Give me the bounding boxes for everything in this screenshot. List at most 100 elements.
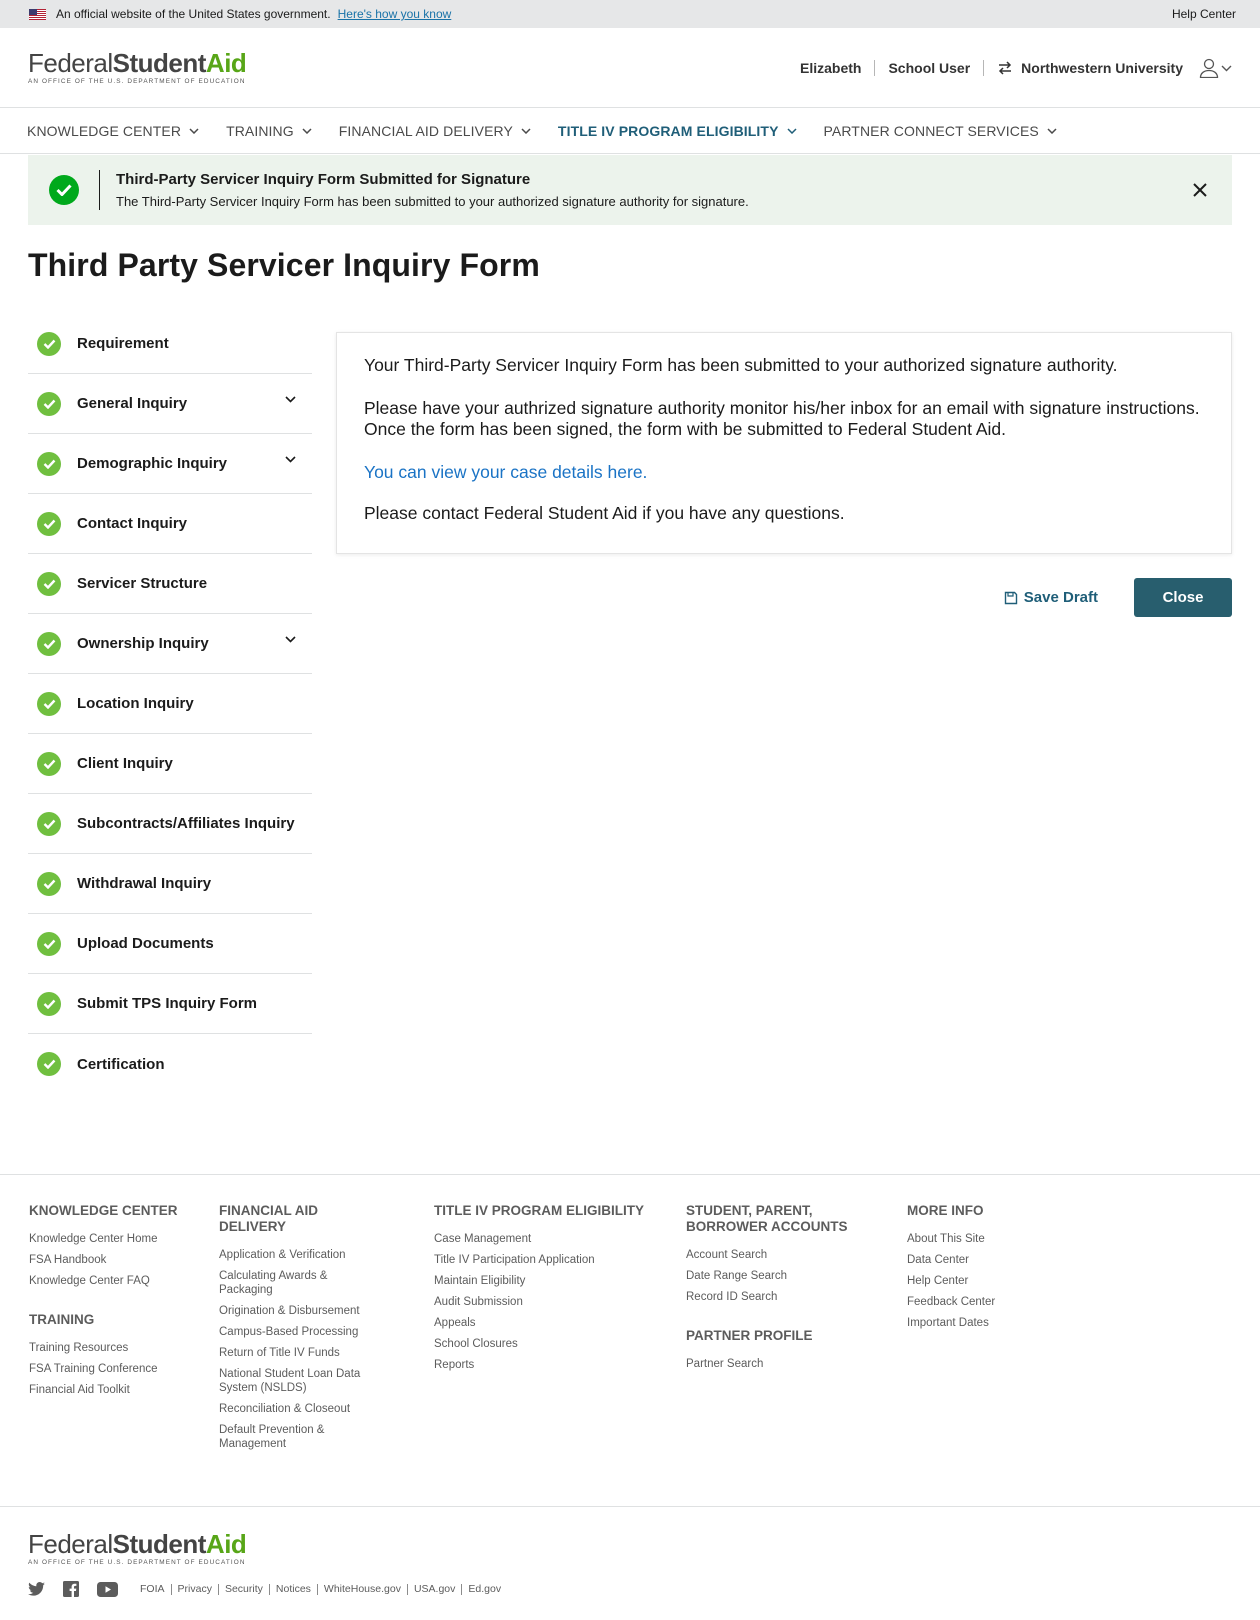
step-label: Client Inquiry (77, 755, 173, 772)
footer-link[interactable]: Title IV Participation Application (434, 1253, 664, 1267)
step-label: Withdrawal Inquiry (77, 875, 212, 892)
facebook-icon[interactable] (63, 1581, 79, 1597)
footer-heading: Title IV Program Eligibility (434, 1203, 645, 1218)
footer-link[interactable]: Important Dates (907, 1316, 1067, 1330)
heres-how-you-know-link[interactable]: Here's how you know (338, 7, 452, 21)
step-label: Certification (77, 1055, 165, 1073)
footer-link[interactable]: Financial Aid Toolkit (29, 1383, 199, 1397)
foia-link[interactable]: FOIA (140, 1583, 171, 1595)
footer-link[interactable]: Origination & Disbursement (219, 1304, 384, 1318)
footer-link[interactable]: Knowledge Center Home (29, 1232, 199, 1246)
switch-institution-icon[interactable] (997, 61, 1013, 75)
step-client-inquiry[interactable]: Client Inquiry (28, 734, 312, 794)
site-header: FederalStudentAid An Office of the U.S. … (0, 28, 1260, 108)
footer-link[interactable]: Data Center (907, 1253, 1067, 1267)
save-draft-label: Save Draft (1023, 589, 1098, 606)
step-contact-inquiry[interactable]: Contact Inquiry (28, 494, 312, 554)
footer-link[interactable]: Partner Search (686, 1357, 876, 1371)
chevron-down-icon (189, 127, 199, 134)
step-demographic-inquiry[interactable]: Demographic Inquiry (28, 434, 312, 494)
check-icon (37, 331, 61, 356)
nav-label: Training (226, 122, 294, 139)
user-menu[interactable] (1199, 58, 1232, 78)
step-ownership-inquiry[interactable]: Ownership Inquiry (28, 614, 312, 674)
chevron-down-icon (786, 127, 797, 134)
footer-heading: Financial Aid Delivery (219, 1203, 318, 1234)
step-submit-tps-inquiry-form[interactable]: Submit TPS Inquiry Form (28, 974, 312, 1034)
close-button[interactable]: Close (1134, 578, 1232, 617)
youtube-icon[interactable] (97, 1581, 118, 1597)
ed-gov-link[interactable]: Ed.gov (461, 1583, 507, 1595)
user-role: School User (888, 60, 971, 76)
fsa-logo[interactable]: FederalStudentAid An Office of the U.S. … (28, 49, 288, 89)
chevron-down-icon[interactable] (285, 456, 296, 463)
main-nav: Knowledge Center Training Financial Aid … (0, 108, 1260, 154)
footer-link[interactable]: School Closures (434, 1337, 664, 1351)
step-withdrawal-inquiry[interactable]: Withdrawal Inquiry (28, 854, 312, 914)
footer-heading: Partner Profile (686, 1328, 813, 1343)
footer-link[interactable]: FSA Handbook (29, 1253, 199, 1267)
nav-title-iv-program-eligibility[interactable]: Title IV Program Eligibility (558, 123, 797, 139)
footer-link[interactable]: Campus-Based Processing (219, 1325, 384, 1339)
check-icon (37, 931, 61, 956)
footer-link[interactable]: Appeals (434, 1316, 664, 1330)
step-label: Upload Documents (77, 935, 214, 952)
logo-student: Student (112, 48, 207, 78)
institution-name[interactable]: Northwestern University (1021, 60, 1183, 76)
footer-fsa-logo[interactable]: FederalStudentAid An Office of the U.S. … (28, 1530, 288, 1570)
step-subcontracts-affiliates-inquiry[interactable]: Subcontracts/Affiliates Inquiry (28, 794, 312, 854)
usa-gov-link[interactable]: USA.gov (406, 1583, 461, 1595)
step-location-inquiry[interactable]: Location Inquiry (28, 674, 312, 734)
step-label: Servicer Structure (77, 575, 208, 592)
footer-link[interactable]: Maintain Eligibility (434, 1274, 664, 1288)
footer-link[interactable]: Return of Title IV Funds (219, 1346, 384, 1360)
notices-link[interactable]: Notices (268, 1583, 317, 1595)
step-requirement[interactable]: Requirement (28, 314, 312, 374)
footer-link[interactable]: FSA Training Conference (29, 1362, 199, 1376)
nav-financial-aid-delivery[interactable]: Financial Aid Delivery (339, 123, 531, 139)
step-label: Submit TPS Inquiry Form (77, 995, 258, 1012)
nav-training[interactable]: Training (226, 123, 312, 139)
footer-col-accounts: Student, Parent, Borrower Accounts Accou… (686, 1203, 876, 1378)
step-servicer-structure[interactable]: Servicer Structure (28, 554, 312, 614)
footer-link[interactable]: National Student Loan Data System (NSLDS… (219, 1367, 384, 1395)
footer-link[interactable]: Help Center (907, 1274, 1067, 1288)
footer-link[interactable]: Default Prevention & Management (219, 1423, 384, 1451)
chevron-down-icon[interactable] (285, 636, 296, 643)
footer-legal-links: FOIA Privacy Security Notices WhiteHouse… (140, 1583, 507, 1595)
footer-link[interactable]: Feedback Center (907, 1295, 1067, 1309)
alert-divider (99, 170, 100, 210)
case-details-link[interactable]: You can view your case details here. (364, 462, 1204, 484)
twitter-icon[interactable] (28, 1582, 45, 1596)
alert-title: Third-Party Servicer Inquiry Form Submit… (116, 171, 531, 188)
footer-link[interactable]: Reports (434, 1358, 664, 1372)
nav-knowledge-center[interactable]: Knowledge Center (27, 123, 199, 139)
footer-link[interactable]: Account Search (686, 1248, 876, 1262)
footer-link[interactable]: Case Management (434, 1232, 664, 1246)
confirmation-card: Your Third-Party Servicer Inquiry Form h… (336, 332, 1232, 554)
chevron-down-icon[interactable] (285, 396, 296, 403)
footer-link[interactable]: Record ID Search (686, 1290, 876, 1304)
nav-label: Financial Aid Delivery (338, 122, 513, 139)
whitehouse-link[interactable]: WhiteHouse.gov (316, 1583, 407, 1595)
step-upload-documents[interactable]: Upload Documents (28, 914, 312, 974)
step-general-inquiry[interactable]: General Inquiry (28, 374, 312, 434)
security-link[interactable]: Security (217, 1583, 269, 1595)
save-draft-button[interactable]: Save Draft (1004, 589, 1098, 606)
help-center-link[interactable]: Help Center (1172, 7, 1236, 21)
footer-link[interactable]: Knowledge Center FAQ (29, 1274, 199, 1288)
check-icon (37, 571, 61, 596)
footer-link[interactable]: Application & Verification (219, 1248, 384, 1262)
footer-link[interactable]: Training Resources (29, 1341, 199, 1355)
footer-link[interactable]: Audit Submission (434, 1295, 664, 1309)
nav-partner-connect-services[interactable]: Partner Connect Services (824, 123, 1057, 139)
check-icon (37, 751, 61, 776)
footer-link[interactable]: Reconciliation & Closeout (219, 1402, 384, 1416)
step-certification[interactable]: Certification (28, 1034, 312, 1094)
footer-bottom: FederalStudentAid An Office of the U.S. … (0, 1506, 1260, 1620)
privacy-link[interactable]: Privacy (170, 1583, 218, 1595)
footer-link[interactable]: About This Site (907, 1232, 1067, 1246)
footer-link[interactable]: Date Range Search (686, 1269, 876, 1283)
footer-link[interactable]: Calculating Awards & Packaging (219, 1269, 384, 1297)
close-icon[interactable] (1190, 180, 1210, 200)
